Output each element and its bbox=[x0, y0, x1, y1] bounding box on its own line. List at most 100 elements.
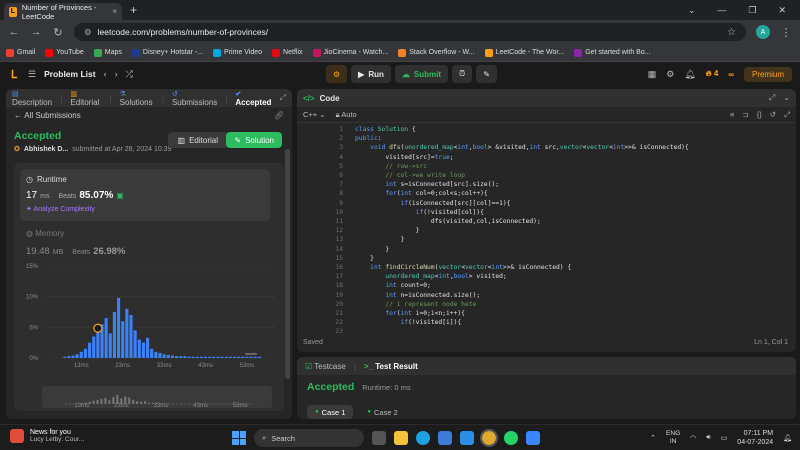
chart-bar[interactable] bbox=[212, 356, 216, 358]
forward-arrow-icon[interactable]: → bbox=[30, 26, 42, 38]
chart-bar[interactable] bbox=[117, 297, 121, 358]
bookmark-gmail[interactable]: Gmail bbox=[6, 48, 35, 57]
tab-test-result[interactable]: >_ Test Result bbox=[364, 362, 418, 371]
chrome-icon[interactable] bbox=[480, 429, 498, 447]
chart-bar[interactable] bbox=[170, 355, 174, 358]
debug-button[interactable]: ⚙ bbox=[326, 65, 348, 83]
reset-icon[interactable]: ↺ bbox=[770, 110, 776, 120]
chart-bar[interactable] bbox=[71, 355, 75, 358]
bookmark-stackoverflow[interactable]: Stack Overflow - W... bbox=[398, 48, 475, 57]
layout-icon[interactable]: ▦ bbox=[648, 69, 657, 80]
leetcode-logo-icon[interactable]: ᒪ bbox=[8, 68, 20, 81]
chart-bar[interactable] bbox=[204, 356, 208, 358]
chart-bar[interactable] bbox=[104, 318, 108, 358]
chart-bar[interactable] bbox=[191, 356, 195, 358]
collapse-icon[interactable]: ⌄ bbox=[783, 93, 790, 103]
problem-list-link[interactable]: Problem List bbox=[44, 69, 95, 79]
source-code[interactable]: class Solution { public: void dfs(unorde… bbox=[355, 125, 689, 327]
chart-bar[interactable] bbox=[141, 342, 145, 358]
minimize-button[interactable]: — bbox=[717, 5, 726, 16]
chart-bar[interactable] bbox=[208, 356, 212, 358]
bookmark-maps[interactable]: Maps bbox=[93, 48, 122, 57]
chart-bar[interactable] bbox=[187, 356, 191, 358]
notifications-icon[interactable]: 🔔︎ bbox=[684, 69, 695, 80]
maximize-button[interactable]: ❐ bbox=[748, 5, 756, 16]
volume-icon[interactable]: 🔊︎ bbox=[706, 434, 710, 442]
reload-icon[interactable]: ↻ bbox=[52, 26, 64, 39]
notification-bell-icon[interactable]: 🔔︎ bbox=[783, 434, 792, 442]
next-problem-icon[interactable]: › bbox=[115, 69, 118, 79]
chart-bar[interactable] bbox=[146, 337, 150, 358]
chart-bar[interactable] bbox=[175, 356, 179, 358]
share-link-icon[interactable]: 🔗︎ bbox=[274, 111, 284, 120]
chart-bar[interactable] bbox=[158, 353, 162, 358]
chart-bar[interactable] bbox=[228, 356, 232, 358]
language-indicator[interactable]: ENG IN bbox=[666, 430, 680, 446]
maximize-icon[interactable]: ⤢ bbox=[769, 93, 775, 103]
chart-bar[interactable] bbox=[96, 332, 100, 358]
format-icon[interactable]: ≡ bbox=[730, 110, 734, 120]
back-arrow-icon[interactable]: ← bbox=[8, 26, 20, 38]
notes-button[interactable]: ✎ bbox=[476, 65, 497, 83]
timer-button[interactable]: ⏰︎ bbox=[452, 65, 473, 83]
browser-tab[interactable]: L Number of Provinces - LeetCode × bbox=[4, 3, 122, 21]
case-1-tab[interactable]: ● Case 1 bbox=[307, 405, 354, 419]
chart-bar[interactable] bbox=[88, 342, 92, 358]
chart-bar[interactable] bbox=[220, 356, 224, 358]
shuffle-icon[interactable]: ⤮ bbox=[126, 69, 133, 80]
left-scrollbar[interactable] bbox=[285, 149, 290, 379]
streak-counter[interactable]: 🔥︎ 4 bbox=[706, 69, 719, 79]
chart-bar[interactable] bbox=[92, 336, 96, 358]
vscode-icon[interactable] bbox=[460, 431, 474, 445]
bookmark-get-started[interactable]: Get started with Bo... bbox=[574, 48, 651, 57]
submission-user[interactable]: Abhishek D... bbox=[24, 146, 68, 153]
chart-bar[interactable] bbox=[249, 356, 253, 358]
file-explorer-icon[interactable] bbox=[394, 431, 408, 445]
chart-bar[interactable] bbox=[121, 321, 125, 358]
chart-bar[interactable] bbox=[224, 356, 228, 358]
submit-button[interactable]: ☁ Submit bbox=[394, 65, 448, 83]
tab-solutions[interactable]: ⚗ Solutions bbox=[120, 89, 154, 107]
close-window-button[interactable]: ✕ bbox=[778, 5, 786, 16]
bookmark-netflix[interactable]: Netflix bbox=[272, 48, 303, 57]
task-view-icon[interactable] bbox=[372, 431, 386, 445]
infinity-icon[interactable]: ∞ bbox=[728, 70, 734, 79]
tray-chevron-icon[interactable]: ⌃ bbox=[650, 434, 656, 442]
panel-more-icon[interactable]: ⤢ bbox=[280, 93, 286, 103]
chart-bar[interactable] bbox=[162, 354, 166, 358]
analyze-complexity-link[interactable]: ✦ Analyze Complexity bbox=[26, 205, 264, 213]
bookmark-hotstar[interactable]: Disney+ Hotstar -... bbox=[131, 48, 203, 57]
editorial-button[interactable]: ▥ Editorial bbox=[167, 132, 228, 148]
windows-start-icon[interactable] bbox=[232, 431, 246, 445]
app-icon[interactable] bbox=[526, 431, 540, 445]
memory-card[interactable]: ◍ Memory 19.48 MB Beats 26.98% bbox=[26, 229, 125, 257]
settings-gear-icon[interactable]: ⚙ bbox=[666, 69, 674, 80]
chart-bar[interactable] bbox=[83, 348, 87, 358]
profile-avatar[interactable]: A bbox=[756, 25, 770, 39]
chart-bar[interactable] bbox=[241, 356, 245, 358]
chart-bar[interactable] bbox=[154, 351, 158, 358]
chart-bar[interactable] bbox=[137, 339, 141, 358]
language-select[interactable]: C++ ⌄ bbox=[303, 110, 326, 119]
panel-resize-handle[interactable] bbox=[245, 353, 257, 355]
chart-bar[interactable] bbox=[79, 351, 83, 358]
runtime-card[interactable]: ◷ Runtime 17 ms Beats 85.07% ▣ ✦ Analyze … bbox=[20, 169, 270, 221]
menu-kebab-icon[interactable]: ⋮ bbox=[780, 26, 792, 39]
chart-bar[interactable] bbox=[63, 356, 67, 358]
bookmark-jiocinema[interactable]: JioCinema - Watch... bbox=[312, 48, 388, 57]
fullscreen-icon[interactable]: ⤢ bbox=[784, 110, 790, 120]
news-widget[interactable]: News for you Lucy Letby: Cour... bbox=[10, 429, 84, 443]
chart-bar[interactable] bbox=[253, 356, 257, 358]
chart-bar[interactable] bbox=[195, 356, 199, 358]
chart-bar[interactable] bbox=[75, 354, 79, 358]
run-button[interactable]: ▶ Run bbox=[351, 65, 391, 83]
bookmark-star-icon[interactable]: ☆ bbox=[727, 27, 736, 38]
chart-bar[interactable] bbox=[125, 308, 129, 358]
bookmark-icon[interactable]: ⊐ bbox=[742, 110, 748, 120]
case-2-tab[interactable]: ● Case 2 bbox=[359, 405, 405, 419]
chart-bar[interactable] bbox=[237, 356, 241, 358]
chart-bar[interactable] bbox=[166, 354, 170, 358]
wifi-icon[interactable]: ◠ bbox=[690, 434, 696, 442]
chart-bar[interactable] bbox=[245, 356, 249, 358]
tab-accepted[interactable]: ✔ Accepted bbox=[235, 89, 271, 107]
